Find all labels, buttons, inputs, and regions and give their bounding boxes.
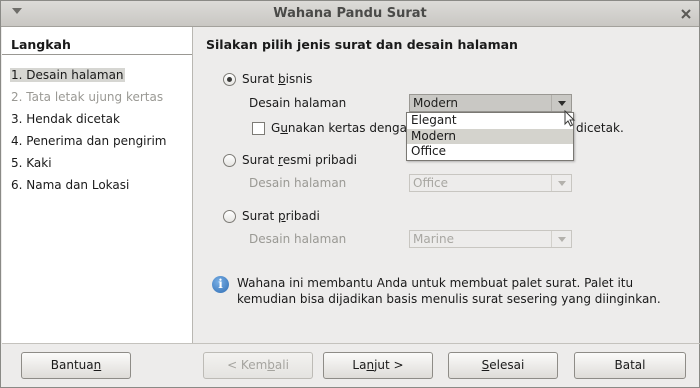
chevron-down-icon — [551, 175, 571, 191]
personal-letter-label[interactable]: Surat pribadi — [242, 209, 320, 223]
formal-personal-letter-label[interactable]: Surat resmi pribadi — [242, 153, 357, 167]
info-icon: i — [212, 276, 229, 293]
info-text: Wahana ini membantu Anda untuk membuat p… — [237, 276, 661, 306]
finish-button[interactable]: Selesai — [448, 352, 558, 379]
step-5[interactable]: 5. Kaki — [11, 156, 52, 170]
business-design-value: Modern — [413, 96, 459, 110]
business-letter-label[interactable]: Surat bisnis — [242, 72, 312, 86]
formal-design-label: Desain halaman — [249, 176, 347, 190]
step-3[interactable]: 3. Hendak dicetak — [11, 112, 120, 126]
personal-design-select: Marine — [409, 230, 572, 248]
page-title: Silakan pilih jenis surat dan desain hal… — [206, 37, 518, 52]
business-design-label: Desain halaman — [249, 96, 347, 110]
step-4[interactable]: 4. Penerima dan pengirim — [11, 134, 166, 148]
dropdown-option-office[interactable]: Office — [407, 144, 573, 159]
wizard-window: Wahana Pandu Surat Langkah 1. Desain hal… — [0, 0, 700, 388]
design-dropdown-list: Elegant Modern Office — [406, 112, 574, 161]
radio-business-letter[interactable] — [223, 73, 236, 86]
step-6[interactable]: 6. Nama dan Lokasi — [11, 178, 129, 192]
dropdown-option-modern[interactable]: Modern — [407, 129, 573, 144]
footer-divider — [2, 343, 700, 344]
chevron-down-icon[interactable] — [551, 95, 571, 111]
letterhead-label[interactable]: Gunakan kertas dengan — [271, 121, 415, 135]
window-title: Wahana Pandu Surat — [273, 6, 427, 21]
cancel-button[interactable]: Batal — [574, 352, 686, 379]
title-bar: Wahana Pandu Surat — [1, 1, 699, 27]
back-button: < Kembali — [203, 352, 313, 379]
business-design-select[interactable]: Modern — [409, 94, 572, 112]
step-2: 2. Tata letak ujung kertas — [11, 90, 164, 104]
close-icon[interactable] — [678, 6, 694, 22]
steps-heading: Langkah — [11, 37, 71, 52]
personal-design-value: Marine — [413, 232, 454, 246]
personal-design-label: Desain halaman — [249, 232, 347, 246]
next-button[interactable]: Lanjut > — [323, 352, 433, 379]
formal-design-value: Office — [413, 176, 449, 190]
steps-panel: Langkah 1. Desain halaman 2. Tata letak … — [2, 27, 193, 343]
letterhead-label-tail: dicetak. — [576, 121, 624, 135]
dropdown-option-elegant[interactable]: Elegant — [407, 113, 573, 128]
steps-divider — [2, 54, 192, 55]
chevron-down-icon — [551, 231, 571, 247]
formal-design-select: Office — [409, 174, 572, 192]
mouse-pointer-icon — [564, 110, 576, 127]
help-button[interactable]: Bantuan — [21, 352, 131, 379]
radio-personal-letter[interactable] — [223, 210, 236, 223]
step-1[interactable]: 1. Desain halaman — [10, 68, 125, 82]
letterhead-checkbox[interactable] — [252, 122, 265, 135]
radio-formal-personal-letter[interactable] — [223, 154, 236, 167]
